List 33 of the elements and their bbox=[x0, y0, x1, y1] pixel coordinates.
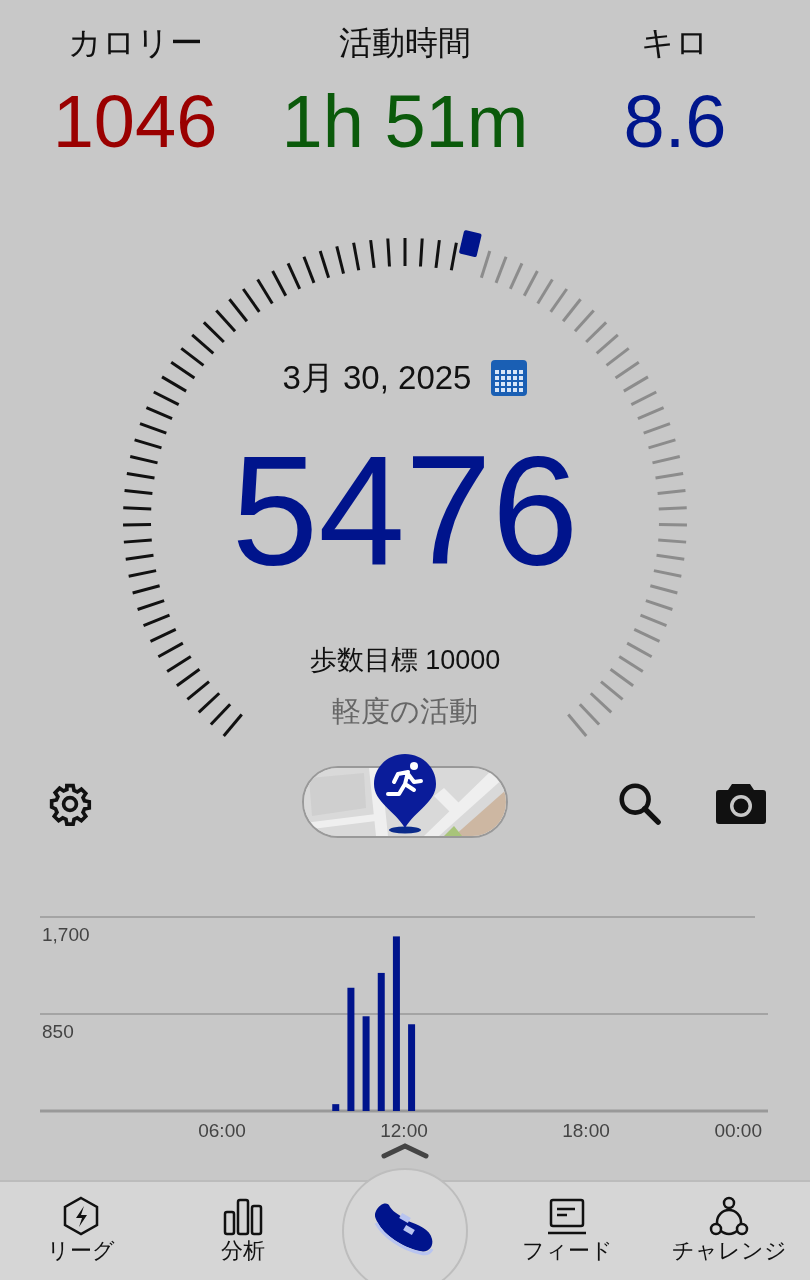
step-goal: 歩数目標 10000 bbox=[309, 644, 501, 677]
bar-chart-icon bbox=[223, 1196, 263, 1236]
settings-icon[interactable] bbox=[48, 782, 92, 826]
nav-tab[interactable]: リーグ bbox=[47, 1196, 115, 1262]
stat-label: キロ bbox=[641, 26, 709, 59]
gauge-marker bbox=[458, 229, 482, 258]
activity-level: 軽度の活動 bbox=[332, 694, 478, 729]
chevron-up-icon[interactable] bbox=[381, 1143, 429, 1159]
stat-label: カロリー bbox=[67, 26, 203, 59]
axis-label: 00:00 bbox=[714, 1120, 762, 1141]
lightning-hexagon-icon bbox=[61, 1196, 101, 1236]
stat-value: 1h 51m bbox=[281, 85, 529, 159]
connected-circles-icon bbox=[709, 1196, 749, 1236]
axis-label: 06:00 bbox=[198, 1120, 246, 1141]
step-count: 5476 bbox=[231, 432, 579, 588]
chart-bar bbox=[332, 1104, 340, 1111]
nav-tab[interactable]: フィード bbox=[521, 1196, 613, 1262]
axis-label: 12:00 bbox=[380, 1120, 428, 1141]
search-icon[interactable] bbox=[616, 780, 662, 826]
map-button[interactable] bbox=[302, 752, 508, 838]
axis-label: 850 bbox=[42, 1021, 74, 1042]
axis-label: 1,700 bbox=[42, 924, 90, 945]
stat-label: 活動時間 bbox=[339, 26, 471, 59]
date-label: 3月 30, 2025 bbox=[282, 358, 472, 398]
nav-tab[interactable]: チャレンジ bbox=[671, 1196, 787, 1262]
axis-label: 18:00 bbox=[562, 1120, 610, 1141]
calendar-icon[interactable] bbox=[491, 359, 528, 396]
laptop-icon bbox=[547, 1196, 587, 1236]
stat-value: 8.6 bbox=[623, 85, 727, 159]
nav-tab[interactable]: 分析 bbox=[221, 1196, 265, 1262]
camera-icon[interactable] bbox=[716, 782, 766, 824]
running-pin-icon bbox=[372, 752, 438, 834]
stat-value: 1046 bbox=[52, 85, 218, 159]
